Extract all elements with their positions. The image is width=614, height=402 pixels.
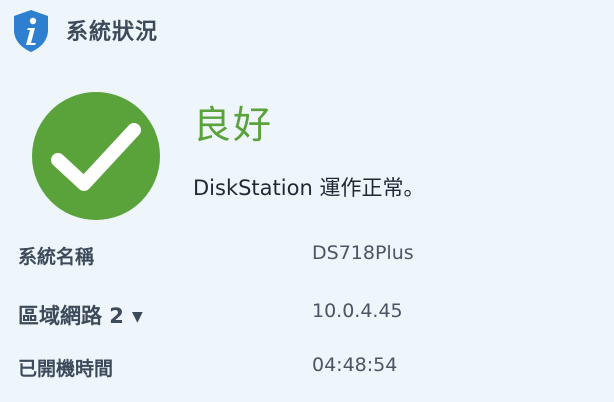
system-name-label: 系統名稱 — [18, 246, 95, 268]
status-level: 良好 — [193, 103, 274, 147]
status-message: DiskStation 運作正常。 — [193, 176, 425, 200]
uptime-label: 已開機時間 — [18, 358, 114, 380]
lan-selector[interactable]: 區域網路 2 ▼ — [18, 300, 143, 330]
system-health-panel: 良好 DiskStation 運作正常。 系統名稱 DS718Plus 區域網路… — [0, 62, 614, 402]
system-name-value: DS718Plus — [312, 242, 414, 264]
widget-header: 系統狀況 — [0, 0, 614, 62]
info-shield-icon — [14, 10, 48, 52]
uptime-value: 04:48:54 — [312, 354, 398, 376]
lan-ip-value: 10.0.4.45 — [312, 300, 403, 322]
lan-label: 區域網路 2 — [18, 304, 124, 328]
checkmark-circle-icon — [32, 92, 160, 220]
caret-down-icon[interactable]: ▼ — [132, 309, 143, 325]
widget-title: 系統狀況 — [66, 20, 159, 45]
